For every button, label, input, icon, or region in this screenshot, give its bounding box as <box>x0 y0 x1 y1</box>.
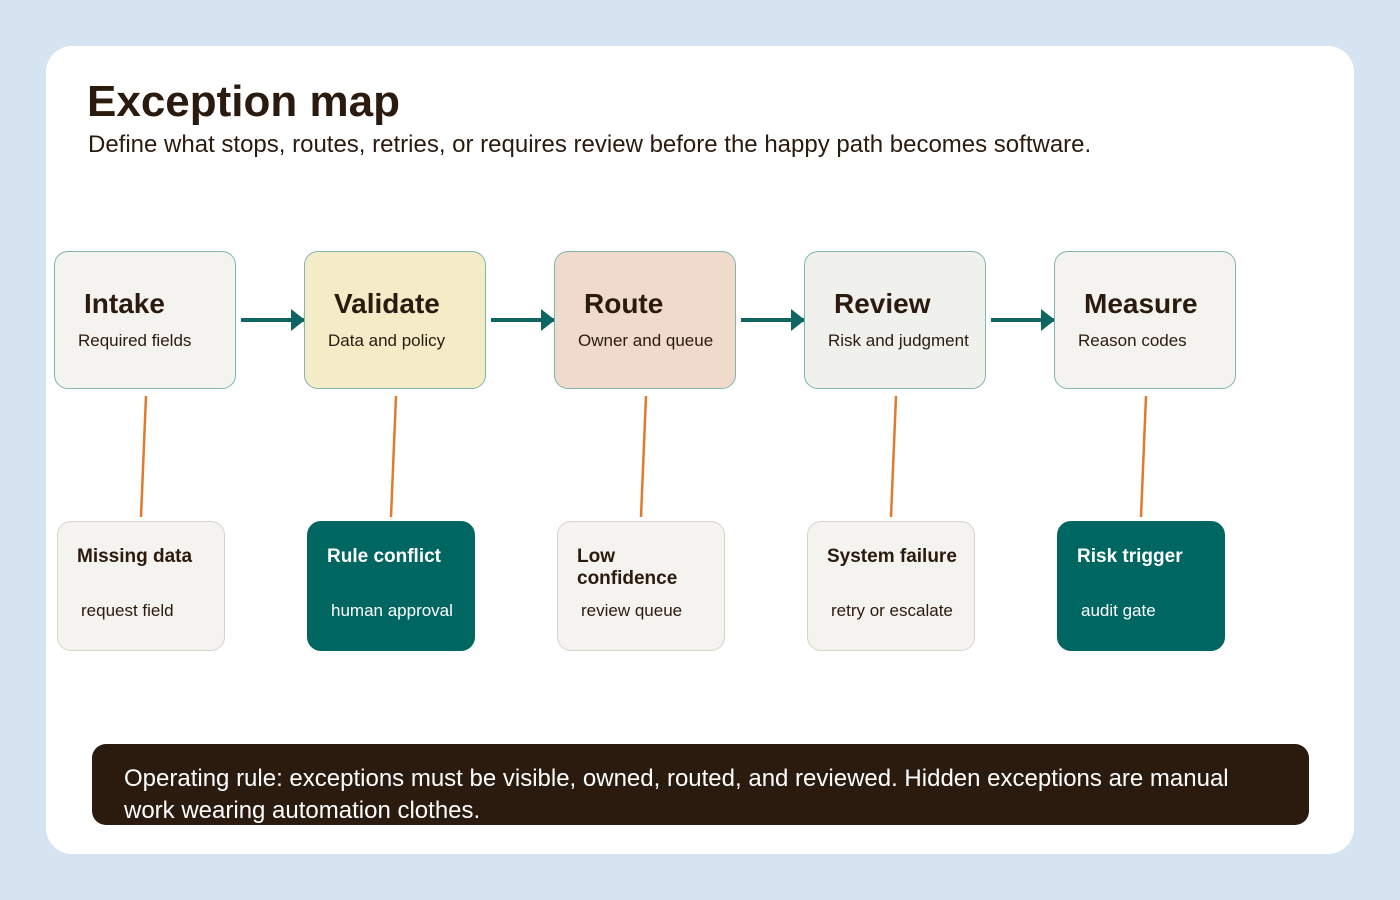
step-title: Intake <box>84 288 165 319</box>
step-measure: Measure Reason codes <box>1054 251 1236 389</box>
exception-low-confidence: Low confidence review queue <box>557 521 725 651</box>
operating-rule-text: Operating rule: exceptions must be visib… <box>124 765 1229 824</box>
exception-link-line <box>639 395 648 518</box>
exception-title: System failure <box>827 546 957 567</box>
step-subtitle: Risk and judgment <box>828 331 969 350</box>
exception-title: Low confidence <box>577 546 678 589</box>
exception-link-line <box>1139 395 1148 518</box>
exception-action: request field <box>81 601 174 620</box>
exception-action: audit gate <box>1081 601 1156 620</box>
exception-link-line <box>889 395 898 518</box>
step-title: Measure <box>1084 288 1198 319</box>
exception-action: human approval <box>331 601 453 620</box>
step-subtitle: Data and policy <box>328 331 446 350</box>
step-subtitle: Reason codes <box>1078 331 1187 350</box>
step-intake: Intake Required fields <box>54 251 236 389</box>
exception-title: Missing data <box>77 546 193 567</box>
exception-title: Rule conflict <box>327 546 442 567</box>
step-validate: Validate Data and policy <box>304 251 486 389</box>
step-route: Route Owner and queue <box>554 251 736 389</box>
step-subtitle: Required fields <box>78 331 192 350</box>
step-subtitle: Owner and queue <box>578 331 714 350</box>
step-title: Route <box>584 288 664 319</box>
exception-action: review queue <box>581 601 683 620</box>
step-title: Review <box>834 288 931 319</box>
exception-risk-trigger: Risk trigger audit gate <box>1057 521 1225 651</box>
exception-link-line <box>139 395 148 518</box>
step-review: Review Risk and judgment <box>804 251 986 389</box>
exception-system-failure: System failure retry or escalate <box>807 521 975 651</box>
operating-rule-banner: Operating rule: exceptions must be visib… <box>92 744 1309 825</box>
exception-link-line <box>389 395 398 518</box>
exception-missing-data: Missing data request field <box>57 521 225 651</box>
step-title: Validate <box>334 288 440 319</box>
exception-title: Risk trigger <box>1077 546 1183 567</box>
exception-rule-conflict: Rule conflict human approval <box>307 521 475 651</box>
exception-action: retry or escalate <box>831 601 953 620</box>
